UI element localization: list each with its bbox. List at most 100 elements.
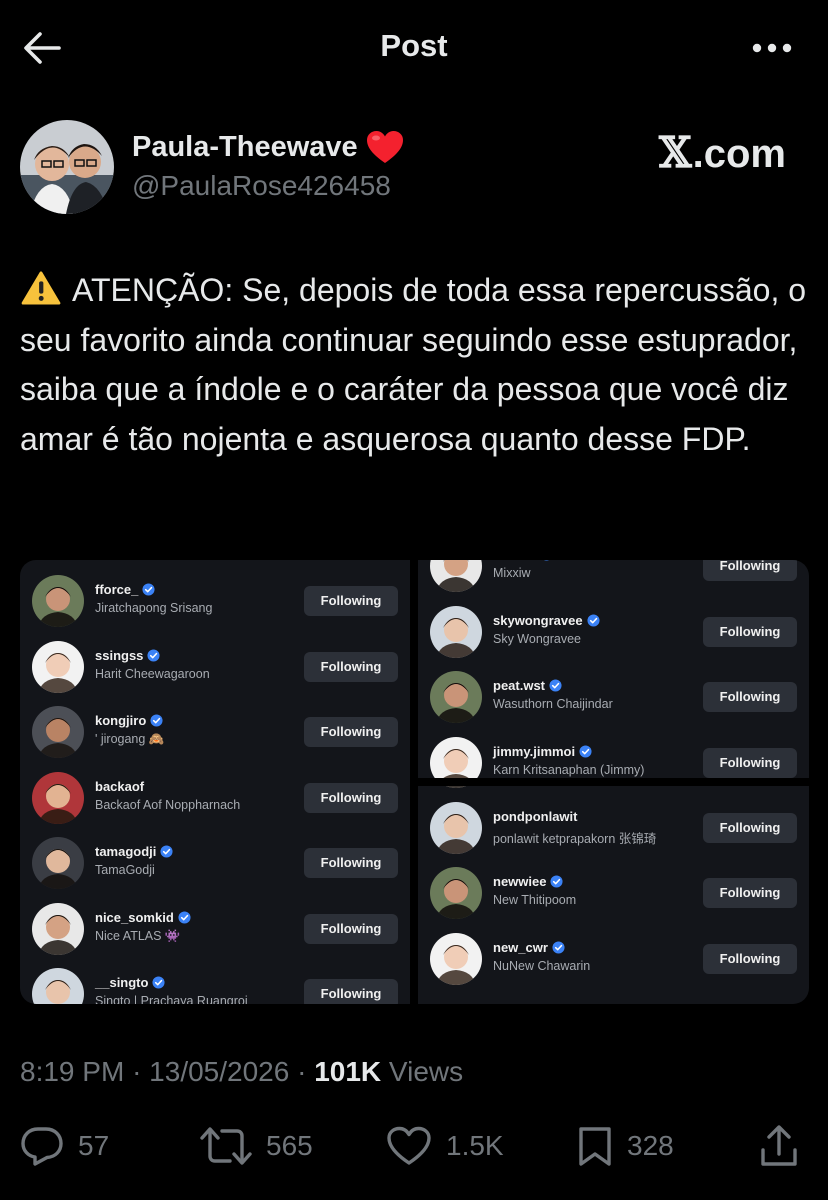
verified-badge-icon [160,845,173,858]
following-button: Following [304,782,398,813]
post-meta: 8:19 PM · 13/05/2026 · 101K Views [20,1056,463,1088]
like-button[interactable]: 1.5K [386,1118,504,1174]
following-button: Following [304,717,398,747]
display-name[interactable]: Paula-Theewave [132,130,404,164]
like-count: 1.5K [446,1130,504,1161]
following-row: peat.wst Wasuthorn Chaijindar Following [418,666,809,728]
username-text: skywongravee [493,612,583,628]
screenshot-right-bottom: mook.worranitMook Worranit ThawornwongFo… [418,786,809,1004]
screenshot-left: fforce_ Jiratchapong Srisang Following ssin… [20,560,410,1004]
page-title: Post [380,28,448,63]
follow-username: ssingss [95,648,160,663]
username-text: newwiee [493,874,547,889]
username-text: backaof [95,778,145,794]
x-com-label: .com [692,132,786,176]
following-button: Following [703,616,797,647]
profile-picture [32,640,84,693]
x-logo-icon: 𝕏 [659,128,692,177]
following-row: mixxiw Mixxiw Following [418,560,809,597]
profile-picture [32,837,84,889]
verified-badge-icon [552,940,565,954]
avatar[interactable] [20,120,114,214]
username-text: __singto [95,975,149,990]
follow-username: jimmy.jimmoi [493,744,592,759]
follow-fullname: Harit Cheewagaroon [95,666,210,681]
verified-badge-icon [142,583,155,596]
following-button: Following [703,560,797,581]
tweet-text: ATENÇÃO: Se, depois de toda essa repercu… [20,266,815,464]
verified-badge-icon [147,648,160,662]
follow-fullname: Karn Kritsanaphan (Jimmy) [493,762,645,777]
follow-username: backaof [95,779,144,794]
follow-fullname: NuNew Chawarin [493,958,591,973]
follow-username: tamagodji [95,844,173,859]
more-dots-icon [752,43,792,53]
verified-badge-icon [549,679,562,692]
repost-icon [200,1127,252,1165]
username-text: tamagodji [95,844,157,859]
follow-fullname: ' jirogang 🙈 [95,732,165,746]
following-row: skywongravee Sky Wongravee Following [418,601,809,663]
profile-picture [430,560,482,592]
views-label: Views [388,1056,464,1087]
verified-badge-icon [150,714,163,727]
reply-button[interactable]: 57 [20,1118,109,1174]
verified-badge-icon [544,560,550,561]
repost-button[interactable]: 565 [200,1118,313,1174]
following-button: Following [304,913,398,944]
share-button[interactable] [760,1118,798,1174]
more-button[interactable] [746,26,798,70]
username-text: kongjiro [95,713,147,728]
follow-username: mixxiw [493,560,553,562]
verified-badge-icon [152,976,166,989]
profile-picture [32,968,84,1004]
follow-fullname: Nice ATLAS 👾 [95,928,181,943]
bookmark-button[interactable]: 328 [577,1118,674,1174]
follow-username: nice_somkid [95,910,191,925]
user-handle[interactable]: @PaulaRose426458 [132,170,391,202]
meta-separator: · [132,1056,150,1087]
following-button: Following [304,848,398,878]
profile-picture [430,932,482,985]
follow-username: fforce_ [95,582,155,597]
profile-picture [430,736,482,778]
tweet-media[interactable]: fforce_ Jiratchapong Srisang Following ssin… [20,560,809,1004]
follow-fullname: Backaof Aof Noppharnach [95,797,241,812]
reply-count: 57 [78,1130,110,1161]
follow-username: newwiee [493,874,564,889]
profile-picture [430,801,482,854]
follow-username: peat.wst [493,678,562,693]
following-button: Following [304,651,398,682]
verified-badge-icon [550,875,564,888]
like-icon [387,1126,431,1165]
following-row: nice_somkid Nice ATLAS 👾 Following [20,898,410,960]
following-row: mook.worranitMook Worranit ThawornwongFo… [418,786,809,793]
profile-picture [430,867,482,919]
username-text: peat.wst [493,678,546,693]
username-text: new_cwr [493,939,548,955]
post-date: 13/05/2026 [149,1056,290,1087]
red-heart-emoji [366,131,403,163]
following-row: __singto Singto | Prachaya Ruangroj Follow… [20,963,410,1004]
warning-emoji [21,271,61,305]
following-button: Following [703,943,797,974]
username-text: jimmy.jimmoi [493,743,576,759]
follow-username: __singto [95,975,166,990]
follow-fullname: New Thitipoom [493,893,577,907]
following-row: ssingss Harit Cheewagaroon Following [20,636,410,698]
follow-username: pondponlawit [493,809,577,824]
profile-picture [32,706,84,758]
views-count[interactable]: 101K [314,1056,381,1087]
tweet-body: ATENÇÃO: Se, depois de toda essa repercu… [20,272,807,457]
follow-fullname: Sky Wongravee [493,631,582,646]
post-time: 8:19 PM [20,1056,125,1087]
following-button: Following [304,979,398,1004]
action-bar: 57 565 1.5K 328 [0,1118,828,1174]
following-row: tamagodji TamaGodji Following [20,832,410,894]
username-text: ssingss [95,647,144,663]
verified-badge-icon [587,613,600,627]
x-com-watermark: 𝕏 .com [659,128,786,177]
bookmark-icon [579,1127,611,1166]
following-row: kongjiro ' jirogang 🙈 Following [20,701,410,763]
following-button: Following [703,812,797,843]
